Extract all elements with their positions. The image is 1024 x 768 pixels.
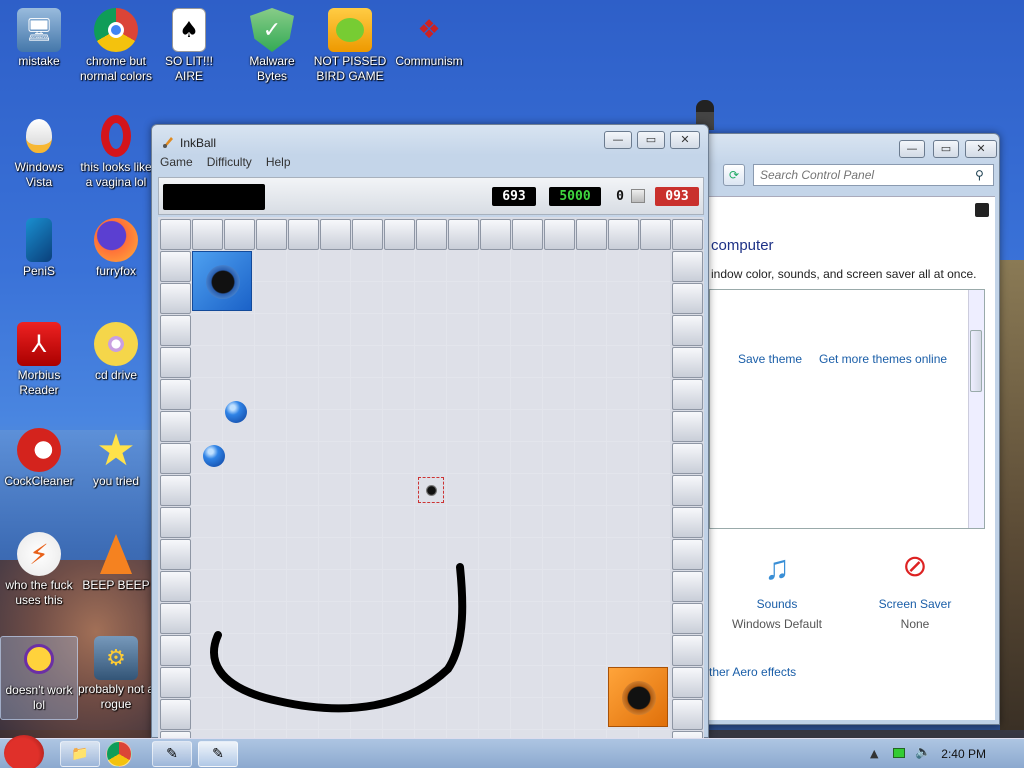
game-board[interactable] bbox=[158, 217, 704, 739]
desktop-icon-vlc[interactable]: BEEP BEEP bbox=[77, 532, 155, 593]
get-more-themes-link[interactable]: Get more themes online bbox=[819, 352, 947, 366]
ccleaner-icon bbox=[17, 428, 61, 472]
themes-list[interactable]: Save theme Get more themes online bbox=[709, 289, 985, 529]
disc-icon bbox=[94, 322, 138, 366]
desktop-icon-firefox[interactable]: furryfox bbox=[77, 218, 155, 279]
phone-icon bbox=[26, 218, 52, 262]
desktop-icon-windows-vista[interactable]: Windows Vista bbox=[0, 114, 78, 190]
menu-difficulty[interactable]: Difficulty bbox=[207, 155, 252, 173]
start-button[interactable] bbox=[4, 735, 44, 768]
help-icon[interactable] bbox=[975, 203, 989, 217]
desktop-icon-cd-drive[interactable]: cd drive bbox=[77, 322, 155, 383]
score-display: 5000 bbox=[549, 187, 601, 206]
minimize-button[interactable]: — bbox=[604, 131, 632, 149]
acrobat-icon: ⅄ bbox=[17, 322, 61, 366]
target-display: 093 bbox=[655, 187, 699, 206]
scroll-thumb[interactable] bbox=[970, 330, 982, 392]
vlc-cone-icon bbox=[94, 532, 138, 576]
maximize-button[interactable]: ▭ bbox=[933, 140, 959, 158]
taskbar-explorer-icon[interactable]: 📁 bbox=[60, 741, 100, 767]
lightning-icon: ⚡ bbox=[17, 532, 61, 576]
show-hidden-icons-button[interactable]: ▲ bbox=[870, 747, 878, 760]
time-display: 693 bbox=[492, 187, 536, 206]
inkball-window: InkBall — ▭ ✕ Game Difficulty Help 693 5… bbox=[151, 124, 709, 739]
menu-game[interactable]: Game bbox=[160, 155, 193, 173]
chrome-icon bbox=[94, 8, 138, 52]
control-panel-window: — ▭ ✕ ⟳ ⚲ computer indow color, sounds, … bbox=[700, 133, 1000, 725]
network-icon[interactable] bbox=[893, 748, 905, 758]
control-panel-content: computer indow color, sounds, and screen… bbox=[709, 196, 995, 720]
balls-remaining: 0 bbox=[616, 189, 624, 204]
yahoo-messenger-icon bbox=[17, 637, 61, 681]
desktop-icon-malwarebytes[interactable]: ✓ Malware Bytes bbox=[233, 8, 311, 84]
desktop-icon-yahoo-messenger[interactable]: doesn't work lol bbox=[0, 636, 78, 720]
desktop-icon-solitaire[interactable]: ♠ SO LIT!!! AIRE bbox=[150, 8, 228, 84]
firefox-icon bbox=[94, 218, 138, 262]
taskbar: 📁 ✎ ✎ ▲ 🔈 2:40 PM bbox=[0, 735, 1024, 768]
ink-stroke bbox=[210, 563, 467, 713]
egg-icon bbox=[17, 114, 61, 158]
desktop-icon-mistake[interactable]: 🖥 mistake bbox=[0, 8, 78, 69]
search-icon[interactable]: ⚲ bbox=[975, 168, 984, 182]
settings-gears-icon: ⚙ bbox=[94, 636, 138, 680]
desktop-icon-bad-piggies[interactable]: NOT PISSED BIRD GAME bbox=[311, 8, 389, 84]
sounds-option[interactable]: ♫ Sounds Windows Default bbox=[717, 549, 837, 631]
opera-icon bbox=[94, 114, 138, 158]
desktop-icon-rogue[interactable]: ⚙ probably not a rogue bbox=[77, 636, 155, 712]
pig-icon bbox=[328, 8, 372, 52]
menu-bar: Game Difficulty Help bbox=[160, 155, 291, 173]
save-theme-link[interactable]: Save theme bbox=[738, 352, 802, 366]
desktop-icon-ccleaner[interactable]: CockCleaner bbox=[0, 428, 78, 489]
refresh-icon[interactable]: ⟳ bbox=[723, 164, 745, 186]
desktop-icon-chrome[interactable]: chrome but normal colors bbox=[77, 8, 155, 84]
volume-icon[interactable]: 🔈 bbox=[915, 745, 931, 760]
music-notes-icon: ♫ bbox=[764, 549, 790, 587]
desktop-icon-acrobat[interactable]: ⅄ Morbius Reader bbox=[0, 322, 78, 398]
score-bar: 693 5000 0 093 bbox=[158, 177, 704, 215]
themes-scrollbar[interactable] bbox=[968, 290, 984, 528]
page-heading: computer bbox=[711, 237, 774, 254]
page-subtext: indow color, sounds, and screen saver al… bbox=[711, 267, 977, 281]
minimize-button[interactable]: — bbox=[899, 140, 925, 158]
desktop-icon-who-uses-this[interactable]: ⚡ who the fuck uses this bbox=[0, 532, 78, 608]
ball-counter-icon bbox=[631, 189, 645, 203]
desktop-icon-you-tried[interactable]: ★ you tried bbox=[77, 424, 155, 489]
screen-saver-option[interactable]: ⊘ Screen Saver None bbox=[855, 549, 975, 631]
close-button[interactable]: ✕ bbox=[670, 131, 700, 149]
window-title: InkBall bbox=[180, 136, 217, 150]
aero-effects-link[interactable]: ther Aero effects bbox=[709, 665, 796, 679]
star-icon: ★ bbox=[96, 424, 136, 476]
taskbar-inkball-icon[interactable]: ✎ bbox=[152, 741, 192, 767]
screen-saver-icon: ⊘ bbox=[902, 550, 928, 583]
emblem-icon: ❖ bbox=[417, 15, 441, 45]
computer-lock-icon: 🖥 bbox=[17, 8, 61, 52]
taskbar-chrome-icon[interactable] bbox=[106, 741, 132, 767]
desktop-icon-opera[interactable]: this looks like a vagina lol bbox=[77, 114, 155, 190]
taskbar-inkball-active-icon[interactable]: ✎ bbox=[198, 741, 238, 767]
close-button[interactable]: ✕ bbox=[965, 140, 997, 158]
menu-help[interactable]: Help bbox=[266, 155, 291, 173]
clock[interactable]: 2:40 PM bbox=[941, 747, 986, 761]
playing-cards-icon: ♠ bbox=[172, 8, 206, 52]
desktop-icon-communism[interactable]: ❖ Communism bbox=[390, 8, 468, 69]
inkball-app-icon bbox=[163, 137, 173, 148]
search-control-panel-input[interactable] bbox=[753, 164, 994, 186]
desktop-icon-penis[interactable]: PeniS bbox=[0, 218, 78, 279]
shield-check-icon: ✓ bbox=[250, 8, 294, 52]
maximize-button[interactable]: ▭ bbox=[637, 131, 665, 149]
desktop-cliff bbox=[1000, 260, 1024, 730]
status-display bbox=[163, 184, 265, 210]
